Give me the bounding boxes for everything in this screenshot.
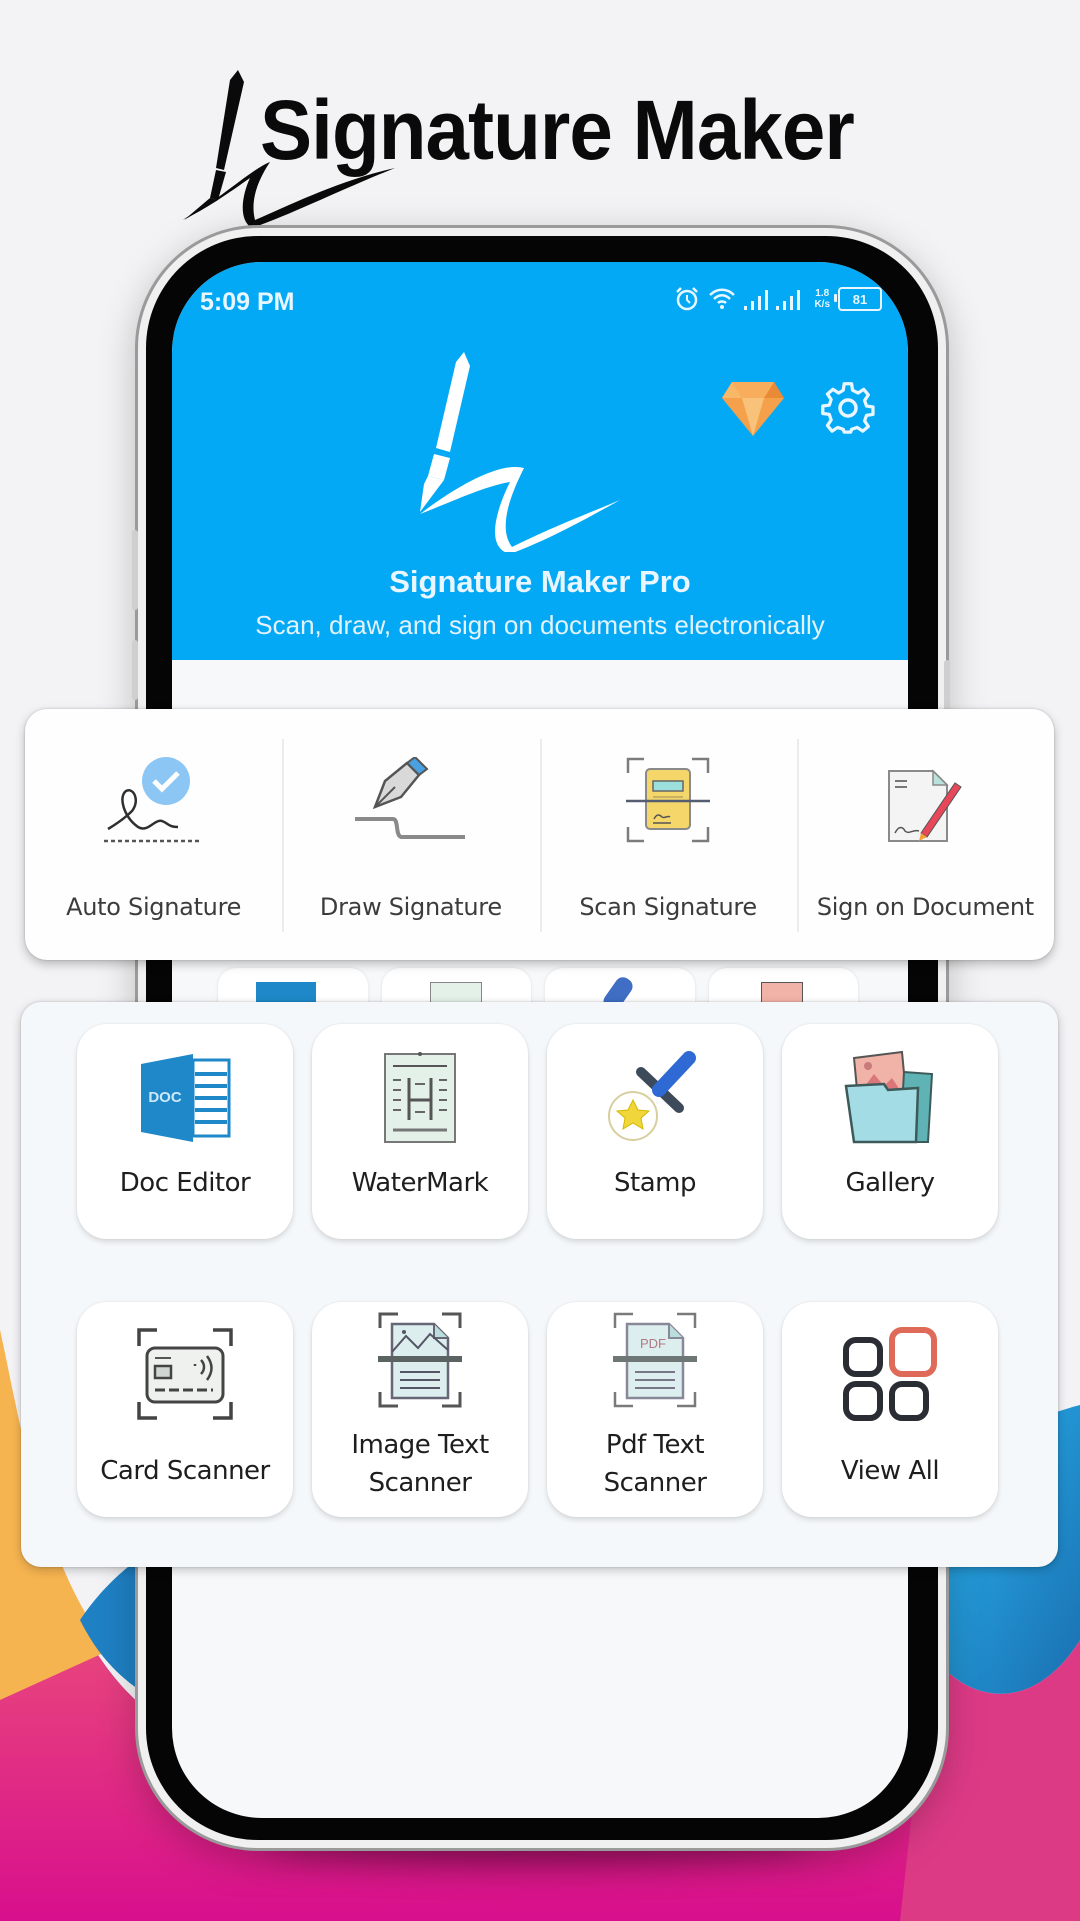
phone-side-button <box>132 530 138 610</box>
scan-signature-button[interactable]: Scan Signature <box>539 709 797 960</box>
app-tagline: Scan, draw, and sign on documents electr… <box>255 610 825 640</box>
image-text-scanner-button[interactable]: Image Text Scanner <box>312 1302 528 1517</box>
stamp-label: Stamp <box>614 1168 696 1198</box>
view-all-label: View All <box>840 1456 940 1486</box>
watermark-icon <box>384 1052 456 1143</box>
app-name: Signature Maker Pro <box>389 564 691 599</box>
promo-header: Signature Maker <box>180 70 940 228</box>
watermark-button[interactable]: WaterMark <box>312 1024 528 1239</box>
status-time: 5:09 PM <box>200 288 295 316</box>
diamond-icon <box>722 382 784 436</box>
gallery-folder-icon <box>844 1050 934 1144</box>
doc-editor-label: Doc Editor <box>119 1168 251 1198</box>
scan-signature-label: Scan Signature <box>579 893 757 921</box>
image-text-scanner-label: Image Text Scanner <box>351 1430 489 1498</box>
app-header: 5:09 PM 1.8 K/s 81 Signature Maker Pro S… <box>172 262 908 660</box>
signal-icon <box>744 290 801 310</box>
wifi-icon <box>709 288 736 309</box>
svg-text:PDF: PDF <box>640 1336 666 1351</box>
pen-nib-icon <box>354 757 465 839</box>
promo-title-text: Signature Maker <box>260 83 855 177</box>
doc-editor-button[interactable]: DOC Doc Editor <box>77 1024 293 1239</box>
stamp-button[interactable]: Stamp <box>547 1024 763 1239</box>
tools-grid-card: DOC Doc Editor WaterMark Stamp Gallery C… <box>21 1002 1058 1567</box>
grid-icon <box>843 1327 937 1421</box>
app-logo-pen-icon <box>420 352 620 552</box>
gear-icon <box>821 382 875 434</box>
status-bar: 5:09 PM 1.8 K/s 81 <box>172 282 908 322</box>
settings-button[interactable] <box>820 380 876 436</box>
card-scanner-button[interactable]: Card Scanner <box>77 1302 293 1517</box>
status-icons: 1.8 K/s 81 <box>674 286 882 312</box>
image-scan-icon <box>378 1312 462 1408</box>
signature-actions-card: Auto Signature Draw Signature Scan Signa… <box>25 709 1054 960</box>
doc-file-icon: DOC <box>141 1054 231 1142</box>
pdf-scan-icon: PDF <box>613 1312 697 1408</box>
scan-document-icon <box>626 757 711 843</box>
phone-side-button <box>132 640 138 700</box>
auto-signature-button[interactable]: Auto Signature <box>25 709 282 960</box>
sign-document-icon <box>888 769 963 842</box>
draw-signature-button[interactable]: Draw Signature <box>282 709 539 960</box>
premium-button[interactable] <box>720 378 786 438</box>
pdf-text-scanner-button[interactable]: PDF Pdf Text Scanner <box>547 1302 763 1517</box>
stamp-icon <box>608 1051 696 1141</box>
draw-signature-label: Draw Signature <box>319 893 502 921</box>
battery-indicator: 81 <box>834 287 882 311</box>
svg-text:DOC: DOC <box>148 1089 182 1106</box>
sign-on-document-button[interactable]: Sign on Document <box>796 709 1054 960</box>
view-all-button[interactable]: View All <box>782 1302 998 1517</box>
watermark-label: WaterMark <box>351 1168 489 1198</box>
auto-signature-icon <box>103 757 200 843</box>
auto-signature-label: Auto Signature <box>66 893 242 921</box>
card-scanner-icon <box>137 1328 233 1420</box>
gallery-label: Gallery <box>845 1168 935 1198</box>
card-scanner-label: Card Scanner <box>100 1456 270 1486</box>
alarm-icon <box>676 287 699 311</box>
sign-on-document-label: Sign on Document <box>816 893 1034 921</box>
network-speed: 1.8 K/s <box>814 288 830 310</box>
gallery-button[interactable]: Gallery <box>782 1024 998 1239</box>
pdf-text-scanner-label: Pdf Text Scanner <box>603 1430 707 1498</box>
